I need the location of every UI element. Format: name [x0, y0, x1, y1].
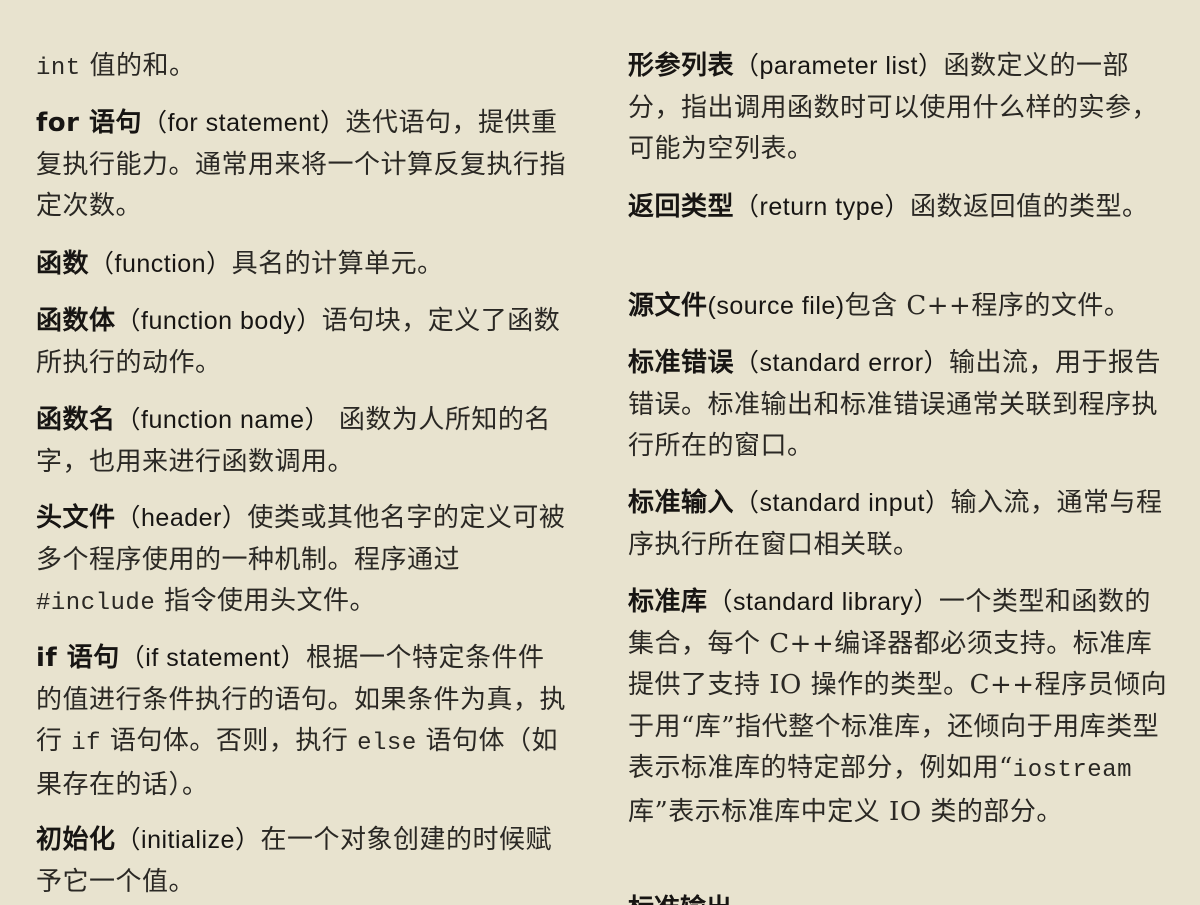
term-cn: 函数体 — [36, 306, 116, 336]
term-en: （function name） — [115, 406, 331, 434]
glossary-entry-standard-library: 标准库（standard library）一个类型和函数的集合，每个 C++编译… — [628, 582, 1168, 833]
code-text: else — [357, 730, 417, 757]
term-en: （standard library） — [707, 588, 939, 616]
term-en: (source file) — [707, 292, 845, 320]
term-en: （function body） — [115, 307, 322, 335]
term-cn: 标准输出 — [628, 888, 828, 905]
definition: 一个类型和函数的集合，每个 C++编译器都必须支持。标准库提供了支持 IO 操作… — [628, 587, 1168, 783]
glossary-entry-function: 函数（function）具名的计算单元。 — [36, 244, 571, 286]
term-en: （parameter list） — [734, 52, 944, 80]
term-cn: 函数 — [36, 249, 90, 279]
definition: 函数返回值的类型。 — [910, 192, 1149, 222]
term-cn: if 语句 — [36, 643, 120, 673]
glossary-entry-function-name: 函数名（function name） 函数为人所知的名字，也用来进行函数调用。 — [36, 400, 571, 483]
glossary-entry-for-statement: for 语句（for statement）迭代语句，提供重复执行能力。通常用来将… — [36, 103, 571, 228]
glossary-entry-initialize: 初始化（initialize）在一个对象创建的时候赋予它一个值。 — [36, 820, 571, 903]
term-cn: 标准输入 — [628, 488, 735, 518]
definition: 语句体。否则，执行 — [101, 726, 358, 756]
term-cn: for 语句 — [36, 108, 143, 138]
definition: 指令使用头文件。 — [155, 586, 376, 616]
term-cn: 标准错误 — [628, 348, 735, 378]
definition: 包含 C++程序的文件。 — [844, 291, 1131, 321]
glossary-entry-parameter-list: 形参列表（parameter list）函数定义的一部分，指出调用函数时可以使用… — [628, 46, 1168, 171]
glossary-entry-standard-output-partial: 标准输出 — [628, 880, 828, 905]
glossary-entry-standard-error: 标准错误（standard error）输出流，用于报告错误。标准输出和标准错误… — [628, 343, 1168, 468]
term-en: （initialize） — [115, 826, 261, 854]
glossary-entry-if-statement: if 语句（if statement）根据一个特定条件件的值进行条件执行的语句。… — [36, 638, 571, 806]
term-cn: 函数名 — [36, 405, 116, 435]
term-cn: 头文件 — [36, 503, 116, 533]
term-cn: 源文件 — [628, 291, 708, 321]
glossary-entry-function-body: 函数体（function body）语句块，定义了函数所执行的动作。 — [36, 301, 571, 384]
term-en: （function） — [89, 250, 232, 278]
glossary-entry-header: 头文件（header）使类或其他名字的定义可被多个程序使用的一种机制。程序通过 … — [36, 498, 571, 625]
term-en: （for statement） — [142, 109, 346, 137]
term-cn: 形参列表 — [628, 51, 735, 81]
definition: 库”表示标准库中定义 IO 类的部分。 — [628, 796, 1063, 827]
term-cn: 返回类型 — [628, 192, 735, 222]
glossary-entry-source-file: 源文件(source file)包含 C++程序的文件。 — [628, 286, 1168, 328]
term-en: （standard error） — [734, 349, 950, 377]
code-text: if — [71, 730, 102, 757]
glossary-entry-int: int 值的和。 — [36, 46, 571, 90]
glossary-entry-standard-input: 标准输入（standard input）输入流，通常与程序执行所在窗口相关联。 — [628, 483, 1168, 566]
code-text: iostream — [1012, 757, 1133, 784]
term-en: （return type） — [734, 193, 911, 221]
term-en: （if statement） — [119, 644, 307, 672]
term-en: （header） — [115, 504, 248, 532]
code-text: #include — [36, 590, 156, 617]
definition: 值的和。 — [80, 51, 196, 81]
term-en: （standard input） — [734, 489, 951, 517]
glossary-entry-return-type: 返回类型（return type）函数返回值的类型。 — [628, 187, 1168, 229]
term-cn: 标准库 — [628, 587, 708, 617]
definition: 具名的计算单元。 — [231, 249, 444, 279]
term-cn: 初始化 — [36, 825, 116, 855]
code-text: int — [36, 55, 81, 82]
